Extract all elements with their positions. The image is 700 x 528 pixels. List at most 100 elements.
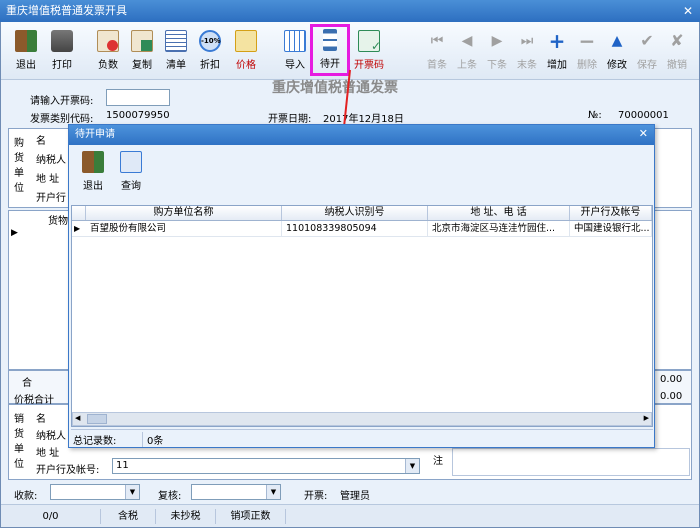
search-icon: [120, 151, 142, 173]
prev-icon: ◀: [461, 33, 473, 49]
category-code-value: 1500079950: [106, 110, 170, 121]
first-button[interactable]: ⏮ 首条: [420, 28, 454, 76]
drawer-label: 开票:: [304, 491, 328, 502]
pending-application-dialog: 待开申请 ✕ 退出 查询 购方单位名称 纳税人识别号 地 址、电 话 开户行及帐…: [68, 124, 655, 448]
close-icon[interactable]: ✕: [680, 3, 696, 19]
chevron-down-icon: ▼: [266, 485, 280, 499]
goods-header: 货物: [48, 216, 68, 227]
edit-icon: ▲: [611, 33, 623, 49]
exit-icon: [15, 30, 37, 52]
price-button[interactable]: 价格: [229, 28, 263, 76]
list-button[interactable]: 清单: [159, 28, 193, 76]
negative-invoice-icon: [97, 30, 119, 52]
first-icon: ⏮: [430, 33, 444, 49]
seller-bank-label: 开户行及帐号:: [36, 465, 100, 476]
seller-taxpayer-label: 纳税人: [36, 431, 66, 442]
number-value: 70000001: [618, 110, 669, 121]
record-count-label: 总记录数:: [73, 432, 143, 447]
delete-button[interactable]: − 删除: [570, 28, 604, 76]
buyer-bank-label: 开户行: [36, 193, 66, 204]
total-label: 合: [22, 378, 32, 389]
invoice-code-input[interactable]: [106, 89, 170, 106]
chevron-down-icon: ▼: [405, 459, 419, 473]
row-pointer-icon: ▶: [74, 224, 81, 233]
undo-button[interactable]: ✘ 撤销: [660, 28, 694, 76]
dialog-title: 待开申请: [69, 125, 654, 145]
tax-amount: 0.00: [660, 391, 683, 402]
row-pointer-icon: ▶: [11, 228, 18, 238]
number-label: №:: [588, 110, 602, 121]
exit-icon: [82, 151, 104, 173]
last-icon: ⏭: [520, 33, 534, 49]
payee-label: 收款:: [14, 491, 38, 502]
category-code-label: 发票类别代码:: [30, 114, 94, 125]
negative-button[interactable]: 负数: [91, 28, 125, 76]
last-button[interactable]: ⏭ 末条: [510, 28, 544, 76]
discount-icon: -10%: [199, 30, 221, 52]
payee-select[interactable]: ▼: [50, 484, 140, 500]
exit-button[interactable]: 退出: [9, 28, 43, 76]
copy-button[interactable]: 复制: [125, 28, 159, 76]
column-buyer-name[interactable]: 购方单位名称: [86, 206, 282, 220]
header-corner: [72, 206, 86, 220]
hourglass-icon: [323, 29, 337, 51]
table-header: 购方单位名称 纳税人识别号 地 址、电 话 开户行及帐号: [72, 206, 652, 221]
dialog-query-button[interactable]: 查询: [115, 149, 147, 199]
edit-button[interactable]: ▲ 修改: [600, 28, 634, 76]
scroll-left-icon[interactable]: ◀: [75, 414, 80, 422]
list-icon: [165, 30, 187, 52]
column-bank-account[interactable]: 开户行及帐号: [570, 206, 652, 220]
next-icon: ▶: [491, 33, 503, 49]
next-button[interactable]: ▶ 下条: [480, 28, 514, 76]
seller-bank-select[interactable]: 11 ▼: [112, 458, 420, 474]
cell-buyer-name: 百望股份有限公司: [86, 221, 282, 237]
add-button[interactable]: + 增加: [540, 28, 574, 76]
total-amount: 0.00: [660, 374, 683, 385]
discount-button[interactable]: -10% 折扣: [193, 28, 227, 76]
buyer-side-label: 购货单位: [14, 138, 24, 194]
cell-taxpayer-id: 110108339805094: [282, 221, 428, 237]
reviewer-select[interactable]: ▼: [191, 484, 281, 500]
status-tax: 含税: [101, 509, 156, 524]
cell-address-phone: 北京市海淀区马连洼竹园住...: [428, 221, 570, 237]
copy-icon: [131, 30, 153, 52]
buyer-taxpayer-label: 纳税人: [36, 155, 66, 166]
status-record: 0/0: [1, 509, 101, 524]
seller-side-label: 销货单位: [14, 414, 24, 470]
plus-icon: +: [548, 29, 566, 53]
check-icon: ✔: [640, 31, 654, 50]
undo-icon: ✘: [670, 31, 684, 50]
input-code-label: 请输入开票码:: [30, 96, 94, 107]
reviewer-label: 复核:: [158, 491, 182, 502]
horizontal-scrollbar[interactable]: ◀ ▶: [72, 412, 652, 426]
status-type: 销项正数: [216, 509, 286, 524]
print-button[interactable]: 打印: [45, 28, 79, 76]
save-button[interactable]: ✔ 保存: [630, 28, 664, 76]
dialog-exit-button[interactable]: 退出: [77, 149, 109, 199]
column-address-phone[interactable]: 地 址、电 话: [428, 206, 570, 220]
chevron-down-icon: ▼: [125, 485, 139, 499]
buyer-name-label: 名: [36, 136, 46, 147]
invoice-code-icon: ✓: [358, 30, 381, 53]
scroll-thumb[interactable]: [87, 414, 107, 424]
note-field[interactable]: [452, 448, 690, 476]
status-copy: 未抄税: [156, 509, 216, 524]
seller-name-label: 名: [36, 414, 46, 425]
table-row[interactable]: ▶ 百望股份有限公司 110108339805094 北京市海淀区马连洼竹园住.…: [72, 221, 652, 237]
price-icon: [235, 30, 257, 52]
minus-icon: −: [578, 29, 596, 53]
drawer-value: 管理员: [340, 491, 370, 502]
prev-button[interactable]: ◀ 上条: [450, 28, 484, 76]
note-label: 注: [433, 456, 443, 467]
buyer-address-label: 地 址: [36, 174, 60, 185]
seller-address-label: 地 址: [36, 448, 60, 459]
status-bar: 0/0 含税 未抄税 销项正数: [1, 504, 699, 527]
record-count-value: 0条: [147, 436, 164, 447]
import-button[interactable]: 导入: [278, 28, 312, 76]
date-label: 开票日期:: [268, 114, 312, 125]
scroll-right-icon[interactable]: ▶: [644, 414, 649, 422]
column-taxpayer-id[interactable]: 纳税人识别号: [282, 206, 428, 220]
close-icon[interactable]: ✕: [639, 127, 648, 140]
pending-table: 购方单位名称 纳税人识别号 地 址、电 话 开户行及帐号 ▶ 百望股份有限公司 …: [71, 205, 653, 427]
cell-bank-account: 中国建设银行北...: [570, 221, 652, 237]
